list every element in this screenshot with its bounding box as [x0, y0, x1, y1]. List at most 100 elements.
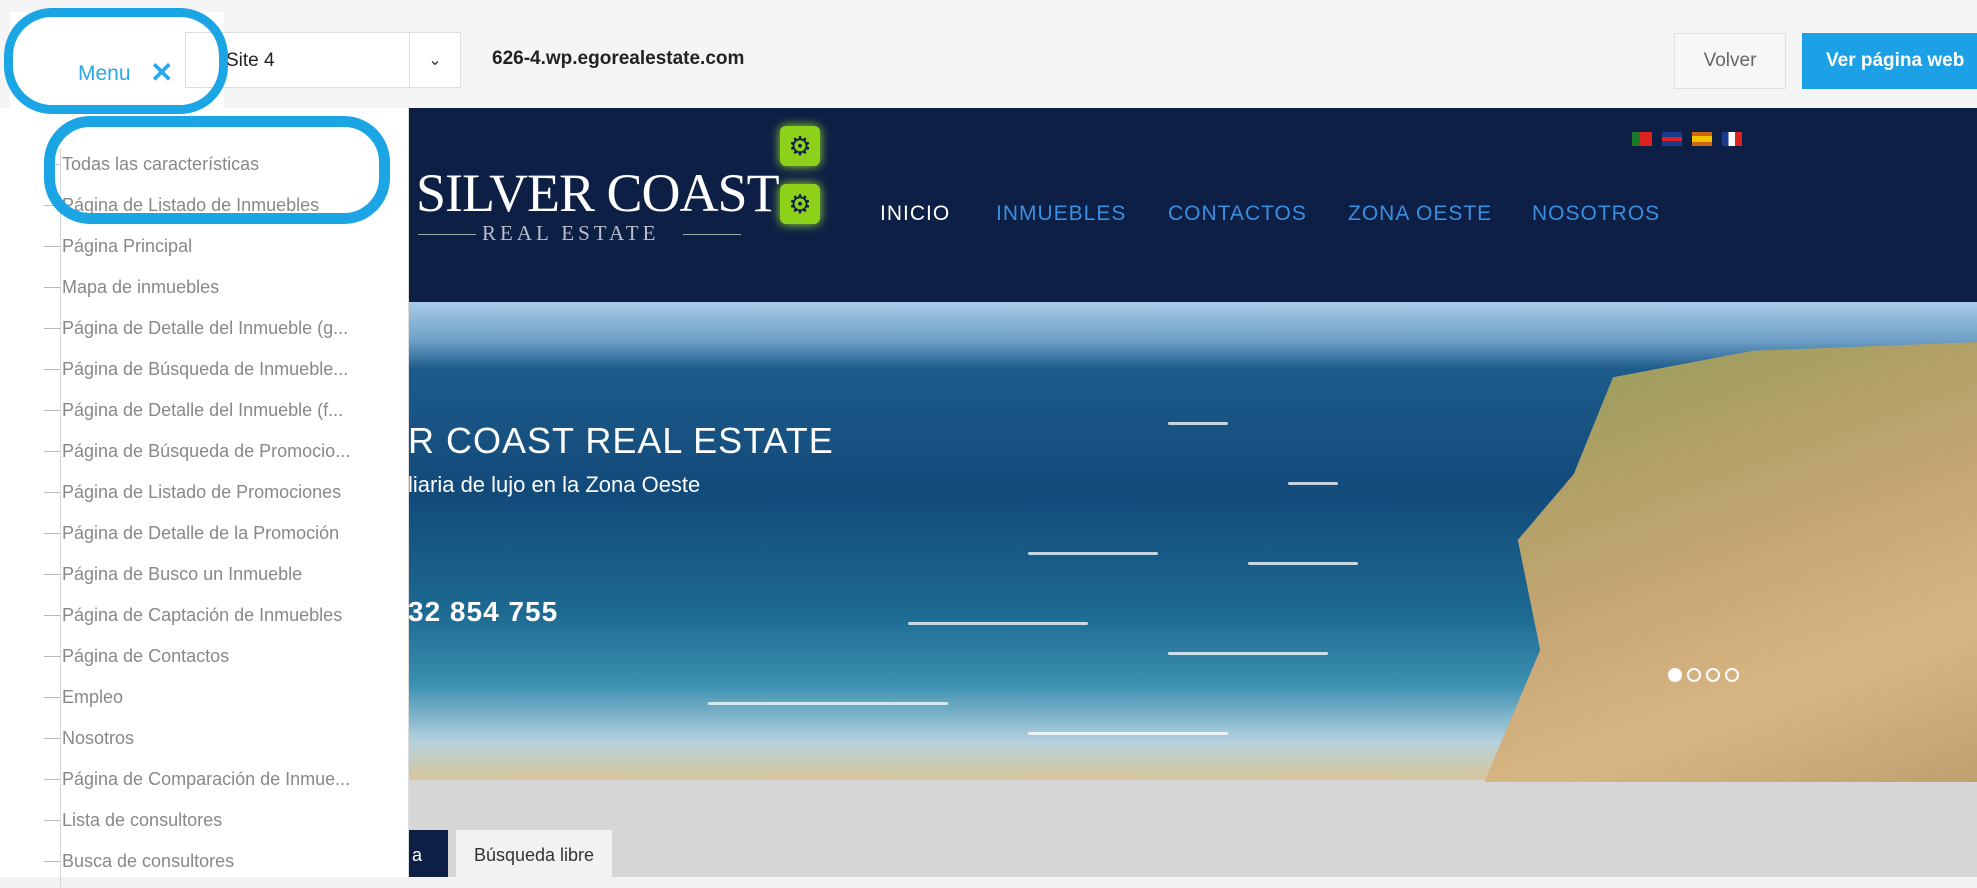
menu-item-label: Página de Búsqueda de Inmueble...: [62, 359, 349, 379]
admin-topbar: Menu ✕ Site 4 ⌄ 626-4.wp.egorealestate.c…: [0, 0, 1977, 108]
tree-tick: [44, 164, 60, 165]
menu-item[interactable]: Página de Búsqueda de Promocio...: [44, 431, 392, 471]
tree-tick: [44, 369, 60, 370]
flag-es-icon[interactable]: [1692, 132, 1712, 146]
language-flags: [1632, 132, 1752, 150]
tree-line: [60, 148, 61, 888]
site-header: SILVER COAST REAL ESTATE ⚙ ⚙ INICIO INMU…: [408, 108, 1977, 302]
wave: [908, 622, 1088, 625]
tree-tick: [44, 246, 60, 247]
hero-cliff: [1484, 342, 1977, 782]
menu-item[interactable]: Página de Listado de Inmuebles: [44, 185, 392, 225]
wave: [1168, 652, 1328, 655]
menu-item[interactable]: Página de Detalle del Inmueble (g...: [44, 308, 392, 348]
slider-dot[interactable]: [1687, 668, 1701, 682]
wave: [1028, 552, 1158, 555]
tree-tick: [44, 205, 60, 206]
tree-tick: [44, 615, 60, 616]
volver-button[interactable]: Volver: [1674, 33, 1786, 89]
tree-tick: [44, 656, 60, 657]
tree-tick: [44, 492, 60, 493]
logo-rule-left: [418, 234, 476, 235]
nav-zona-oeste[interactable]: ZONA OESTE: [1348, 202, 1492, 226]
ver-pagina-web-button[interactable]: Ver página web: [1802, 33, 1977, 89]
tree-tick: [44, 820, 60, 821]
menu-item[interactable]: Página Principal: [44, 226, 392, 266]
flag-pt-icon[interactable]: [1632, 132, 1652, 146]
chevron-down-icon[interactable]: ⌄: [409, 33, 460, 87]
gear-icon[interactable]: ⚙: [780, 184, 820, 224]
side-menu: Todas las características Página de List…: [0, 108, 409, 888]
tree-tick: [44, 861, 60, 862]
site-select-value: Site 4: [226, 50, 275, 71]
menu-item-label: Página de Captación de Inmuebles: [62, 605, 343, 625]
menu-item[interactable]: Lista de consultores: [44, 800, 392, 840]
tree-tick: [44, 779, 60, 780]
tree-tick: [44, 328, 60, 329]
site-select[interactable]: Site 4 ⌄: [185, 32, 461, 88]
menu-item[interactable]: Empleo: [44, 677, 392, 717]
gear-icon[interactable]: ⚙: [780, 126, 820, 166]
tree-tick: [44, 451, 60, 452]
menu-item-label: Página de Búsqueda de Promocio...: [62, 441, 351, 461]
slider-dot[interactable]: [1706, 668, 1720, 682]
hero-subtitle: liaria de lujo en la Zona Oeste: [408, 472, 701, 497]
logo-sub: REAL ESTATE: [482, 221, 660, 245]
menu-item-label: Lista de consultores: [62, 810, 223, 830]
wave: [708, 702, 948, 705]
site-domain: 626-4.wp.egorealestate.com: [492, 48, 745, 69]
wave: [1288, 482, 1338, 485]
menu-item[interactable]: Página de Búsqueda de Inmueble...: [44, 349, 392, 389]
menu-item-label: Página de Contactos: [62, 646, 230, 666]
menu-item-label: Todas las características: [62, 154, 260, 174]
logo-rule-right: [683, 234, 741, 235]
menu-item-label: Página Principal: [62, 236, 193, 256]
menu-item[interactable]: Todas las características: [44, 144, 392, 184]
menu-item[interactable]: Página de Captación de Inmuebles: [44, 595, 392, 635]
menu-item[interactable]: Página de Busco un Inmueble: [44, 554, 392, 594]
logo-main: SILVER COAST: [416, 163, 780, 223]
menu-item-label: Empleo: [62, 687, 124, 707]
menu-item-label: Página de Listado de Inmuebles: [62, 195, 320, 215]
menu-item[interactable]: Página de Detalle de la Promoción: [44, 513, 392, 553]
menu-item-label: Nosotros: [62, 728, 135, 748]
wave: [1248, 562, 1358, 565]
close-icon[interactable]: ✕: [150, 56, 173, 89]
menu-item[interactable]: Nosotros: [44, 718, 392, 758]
menu-item-label: Página de Detalle de la Promoción: [62, 523, 340, 543]
nav-inicio[interactable]: INICIO: [880, 202, 950, 226]
nav-nosotros[interactable]: NOSOTROS: [1532, 202, 1660, 226]
hero-phone: 32 854 755: [408, 596, 559, 627]
menu-item-label: Busca de consultores: [62, 851, 235, 871]
search-tab-busqueda-libre[interactable]: Búsqueda libre: [456, 830, 612, 877]
slider-dot[interactable]: [1725, 668, 1739, 682]
flag-uk-icon[interactable]: [1662, 132, 1682, 146]
slider-dot[interactable]: [1668, 668, 1682, 682]
tree-tick: [44, 738, 60, 739]
menu-item[interactable]: Busca de consultores: [44, 841, 392, 881]
menu-item[interactable]: Página de Contactos: [44, 636, 392, 676]
site-preview: SILVER COAST REAL ESTATE ⚙ ⚙ INICIO INMU…: [408, 108, 1977, 877]
slider-dots: [1668, 668, 1744, 687]
wave: [1028, 732, 1228, 735]
hero-title: R COAST REAL ESTATE: [408, 420, 834, 461]
menu-item-label: Mapa de inmuebles: [62, 277, 220, 297]
tree-tick: [44, 574, 60, 575]
tree-tick: [44, 410, 60, 411]
hero-slider: R COAST REAL ESTATE liaria de lujo en la…: [408, 302, 1977, 782]
menu-item[interactable]: Mapa de inmuebles: [44, 267, 392, 307]
menu-item[interactable]: Página de Detalle del Inmueble (f...: [44, 390, 392, 430]
wave: [1168, 422, 1228, 425]
menu-item-label: Página de Busco un Inmueble: [62, 564, 303, 584]
nav-inmuebles[interactable]: INMUEBLES: [996, 202, 1126, 226]
menu-item[interactable]: Página de Listado de Promociones: [44, 472, 392, 512]
search-tab-active[interactable]: a: [408, 830, 448, 877]
tree-tick: [44, 533, 60, 534]
menu-item[interactable]: Página de Comparación de Inmue...: [44, 759, 392, 799]
menu-item-label: Página de Detalle del Inmueble (f...: [62, 400, 344, 420]
menu-label: Menu: [78, 62, 131, 85]
flag-fr-icon[interactable]: [1722, 132, 1742, 146]
tree-tick: [44, 287, 60, 288]
menu-item-label: Página de Listado de Promociones: [62, 482, 342, 502]
nav-contactos[interactable]: CONTACTOS: [1168, 202, 1307, 226]
